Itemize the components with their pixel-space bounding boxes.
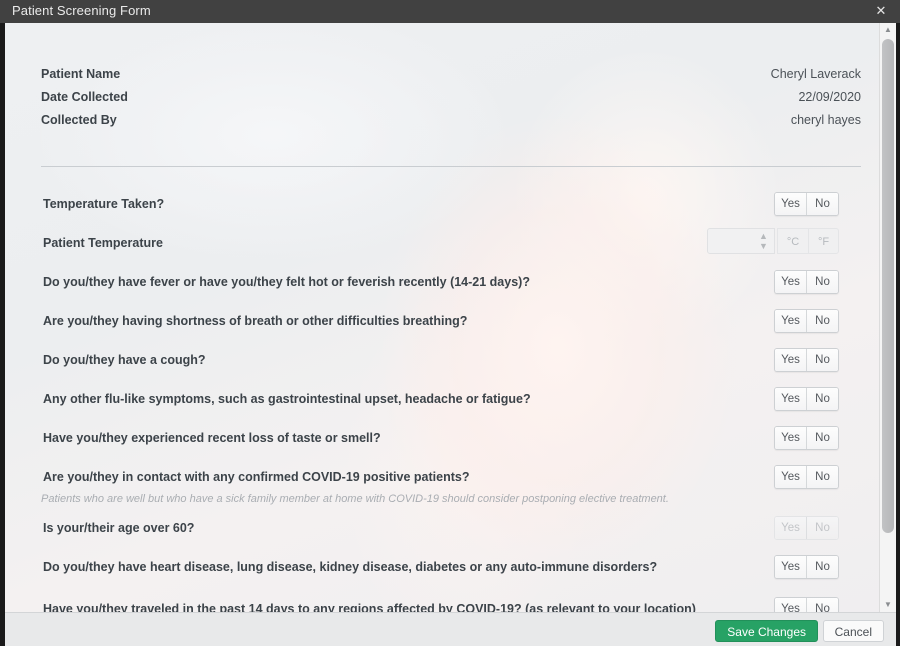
scroll-down-arrow-icon[interactable]: ▼: [880, 598, 896, 612]
yes-no-toggle-group: Yes No: [774, 516, 839, 540]
scroll-up-arrow-icon[interactable]: ▲: [880, 23, 896, 37]
question-label: Do you/they have heart disease, lung dis…: [43, 560, 658, 574]
question-row: Patient Temperature ▲ ▼ °C °F: [41, 228, 861, 254]
yes-option-button[interactable]: Yes: [775, 598, 806, 612]
yes-option-button[interactable]: Yes: [775, 349, 806, 371]
temperature-unit-group[interactable]: °C °F: [777, 228, 839, 254]
yes-option-button[interactable]: Yes: [775, 193, 806, 215]
yes-no-toggle-group[interactable]: Yes No: [774, 597, 839, 612]
header-divider: [41, 166, 861, 167]
yes-option-button[interactable]: Yes: [775, 388, 806, 410]
window-titlebar: Patient Screening Form ✕: [0, 0, 900, 24]
form-scroll-pane: Patient Name Cheryl Laverack Date Collecte…: [5, 23, 879, 612]
meta-row: Date Collected 22/09/2020: [41, 86, 861, 109]
no-option-button[interactable]: No: [806, 310, 838, 332]
yes-option-button[interactable]: Yes: [775, 466, 806, 488]
question-row: Are you/they in contact with any confirm…: [41, 465, 861, 489]
no-option-button[interactable]: No: [806, 598, 838, 612]
yes-option-button[interactable]: Yes: [775, 310, 806, 332]
question-label: Temperature Taken?: [43, 197, 165, 211]
question-row: Is your/their age over 60? Yes No: [41, 516, 861, 540]
close-icon[interactable]: ✕: [872, 2, 890, 20]
question-helper-note: Patients who are well but who have a sic…: [41, 493, 669, 505]
no-option-button[interactable]: No: [806, 193, 838, 215]
question-row: Do you/they have heart disease, lung dis…: [41, 555, 861, 579]
meta-label: Collected By: [41, 113, 117, 127]
meta-label: Date Collected: [41, 90, 128, 104]
meta-row: Patient Name Cheryl Laverack: [41, 63, 861, 86]
yes-no-toggle-group[interactable]: Yes No: [774, 192, 839, 216]
patient-screening-form-window: Patient Screening Form ✕ Patient Name Che…: [0, 0, 900, 646]
yes-option-button[interactable]: Yes: [775, 427, 806, 449]
no-option-button[interactable]: No: [806, 388, 838, 410]
patient-meta-block: Patient Name Cheryl Laverack Date Collecte…: [41, 63, 861, 132]
question-label: Do you/they have fever or have you/they …: [43, 275, 530, 289]
question-row: Are you/they having shortness of breath …: [41, 309, 861, 333]
question-label: Any other flu-like symptoms, such as gas…: [43, 392, 531, 406]
question-row: Do you/they have a cough? Yes No: [41, 348, 861, 372]
question-label: Are you/they having shortness of breath …: [43, 314, 468, 328]
meta-value: cheryl hayes: [790, 113, 861, 127]
save-changes-button[interactable]: Save Changes: [715, 620, 818, 642]
yes-no-toggle-group[interactable]: Yes No: [774, 555, 839, 579]
no-option-button[interactable]: No: [806, 556, 838, 578]
scrollbar-thumb[interactable]: [882, 39, 894, 533]
patient-temperature-input[interactable]: ▲ ▼: [707, 228, 775, 254]
question-label: Do you/they have a cough?: [43, 353, 206, 367]
meta-value: Cheryl Laverack: [770, 67, 861, 81]
stepper-up-icon[interactable]: ▲: [758, 231, 769, 241]
no-option-button[interactable]: No: [806, 466, 838, 488]
question-row: Do you/they have fever or have you/they …: [41, 270, 861, 294]
yes-no-toggle-group[interactable]: Yes No: [774, 426, 839, 450]
yes-no-toggle-group[interactable]: Yes No: [774, 387, 839, 411]
temperature-unit-celsius-button[interactable]: °C: [777, 228, 808, 254]
question-label: Have you/they experienced recent loss of…: [43, 431, 381, 445]
question-label: Is your/their age over 60?: [43, 521, 195, 535]
question-row: Temperature Taken? Yes No: [41, 192, 861, 216]
meta-value: 22/09/2020: [798, 90, 861, 104]
temperature-controls: ▲ ▼ °C °F: [707, 228, 839, 254]
yes-no-toggle-group[interactable]: Yes No: [774, 465, 839, 489]
question-row: Have you/they experienced recent loss of…: [41, 426, 861, 450]
no-option-button[interactable]: No: [806, 271, 838, 293]
temperature-stepper-icon[interactable]: ▲ ▼: [758, 231, 769, 252]
yes-option-button[interactable]: Yes: [775, 556, 806, 578]
yes-option-button[interactable]: Yes: [775, 271, 806, 293]
dialog-body: Patient Name Cheryl Laverack Date Collecte…: [0, 23, 900, 646]
meta-row: Collected By cheryl hayes: [41, 109, 861, 132]
question-label: Have you/they traveled in the past 14 da…: [43, 602, 696, 612]
no-option-button: No: [806, 517, 838, 539]
yes-no-toggle-group[interactable]: Yes No: [774, 348, 839, 372]
yes-option-button: Yes: [775, 517, 806, 539]
question-label: Are you/they in contact with any confirm…: [43, 470, 470, 484]
dialog-footer: Save Changes Cancel: [5, 612, 896, 646]
question-row: Any other flu-like symptoms, such as gas…: [41, 387, 861, 411]
no-option-button[interactable]: No: [806, 349, 838, 371]
no-option-button[interactable]: No: [806, 427, 838, 449]
cancel-button[interactable]: Cancel: [822, 620, 884, 642]
meta-label: Patient Name: [41, 67, 121, 81]
yes-no-toggle-group[interactable]: Yes No: [774, 309, 839, 333]
yes-no-toggle-group[interactable]: Yes No: [774, 270, 839, 294]
window-title: Patient Screening Form: [12, 3, 151, 18]
question-row: Have you/they traveled in the past 14 da…: [41, 597, 861, 612]
vertical-scrollbar[interactable]: ▲ ▼: [879, 23, 896, 612]
stepper-down-icon[interactable]: ▼: [758, 241, 769, 251]
question-label: Patient Temperature: [43, 236, 163, 250]
temperature-unit-fahrenheit-button[interactable]: °F: [808, 228, 839, 254]
